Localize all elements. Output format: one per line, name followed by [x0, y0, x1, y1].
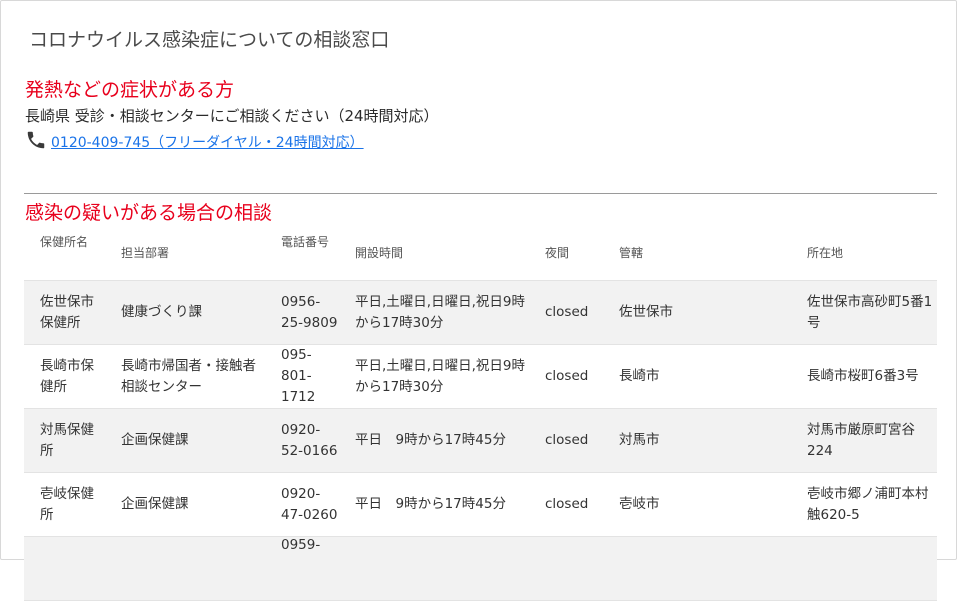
cell-hours: 平日,土曜日,日曜日,祝日9時から17時30分 [339, 344, 529, 409]
cell-name: 壱岐保健所 [24, 472, 105, 537]
cell-name: 佐世保市保健所 [24, 280, 105, 345]
table-row: 佐世保市保健所 健康づくり課 0956-25-9809 平日,土曜日,日曜日,祝… [24, 280, 937, 345]
cell-hours: 平日 9時から17時45分 [339, 472, 529, 537]
column-header-tel: 電話番号 [265, 227, 339, 281]
cell-tel: 0956-25-9809 [265, 280, 339, 345]
table-row: 壱岐保健所 企画保健課 0920-47-0260 平日 9時から17時45分 c… [24, 472, 937, 537]
cell-addr: 佐世保市高砂町5番1号 [791, 280, 937, 345]
column-header-hours: 開設時間 [339, 227, 529, 281]
cell-dept: 健康づくり課 [105, 280, 265, 345]
phone-icon [25, 129, 47, 155]
cell-addr: 対馬市厳原町宮谷224 [791, 408, 937, 473]
cell-hours: 平日,土曜日,日曜日,祝日9時から17時30分 [339, 280, 529, 345]
cell-night: closed [529, 408, 603, 473]
cell-name [24, 536, 105, 601]
cell-dept: 企画保健課 [105, 408, 265, 473]
column-header-addr: 所在地 [791, 227, 937, 281]
cell-addr [791, 536, 937, 601]
cell-dept: 企画保健課 [105, 472, 265, 537]
cell-addr: 長崎市桜町6番3号 [791, 344, 937, 409]
table-row: 0959- [24, 536, 937, 601]
cell-tel: 095-801-1712 [265, 344, 339, 409]
health-center-table: 保健所名 担当部署 電話番号 開設時間 夜間 管轄 所在地 佐世保市保健所 健康… [24, 227, 937, 601]
cell-tel: 0920-47-0260 [265, 472, 339, 537]
cell-juris: 長崎市 [603, 344, 791, 409]
column-header-night: 夜間 [529, 227, 603, 281]
table-header-row: 保健所名 担当部署 電話番号 開設時間 夜間 管轄 所在地 [24, 227, 937, 281]
cell-juris: 壱岐市 [603, 472, 791, 537]
cell-juris [603, 536, 791, 601]
column-header-dept: 担当部署 [105, 227, 265, 281]
cell-night: closed [529, 280, 603, 345]
cell-dept [105, 536, 265, 601]
hotline-row: 0120-409-745（フリーダイヤル・24時間対応） [25, 129, 364, 155]
cell-hours [339, 536, 529, 601]
table-row: 対馬保健所 企画保健課 0920-52-0166 平日 9時から17時45分 c… [24, 408, 937, 473]
table-row: 長崎市保健所 長崎市帰国者・接触者相談センター 095-801-1712 平日,… [24, 344, 937, 409]
content-card: コロナウイルス感染症についての相談窓口 発熱などの症状がある方 長崎県 受診・相… [0, 0, 957, 601]
cell-night: closed [529, 344, 603, 409]
cell-dept: 長崎市帰国者・接触者相談センター [105, 344, 265, 409]
cell-tel: 0959- [265, 536, 339, 601]
page-title: コロナウイルス感染症についての相談窓口 [29, 29, 390, 51]
cell-name: 長崎市保健所 [24, 344, 105, 409]
cell-addr: 壱岐市郷ノ浦町本村触620-5 [791, 472, 937, 537]
column-header-name: 保健所名 [24, 227, 105, 281]
cell-tel: 0920-52-0166 [265, 408, 339, 473]
cell-hours: 平日 9時から17時45分 [339, 408, 529, 473]
section-divider [24, 193, 937, 194]
cell-juris: 対馬市 [603, 408, 791, 473]
hotline-phone-link[interactable]: 0120-409-745（フリーダイヤル・24時間対応） [51, 132, 364, 152]
column-header-juris: 管轄 [603, 227, 791, 281]
cell-night [529, 536, 603, 601]
suspect-section-heading: 感染の疑いがある場合の相談 [25, 202, 273, 224]
cell-juris: 佐世保市 [603, 280, 791, 345]
fever-section-heading: 発熱などの症状がある方 [25, 79, 235, 101]
cell-name: 対馬保健所 [24, 408, 105, 473]
fever-instruction-text: 長崎県 受診・相談センターにご相談ください（24時間対応） [25, 107, 439, 125]
cell-night: closed [529, 472, 603, 537]
